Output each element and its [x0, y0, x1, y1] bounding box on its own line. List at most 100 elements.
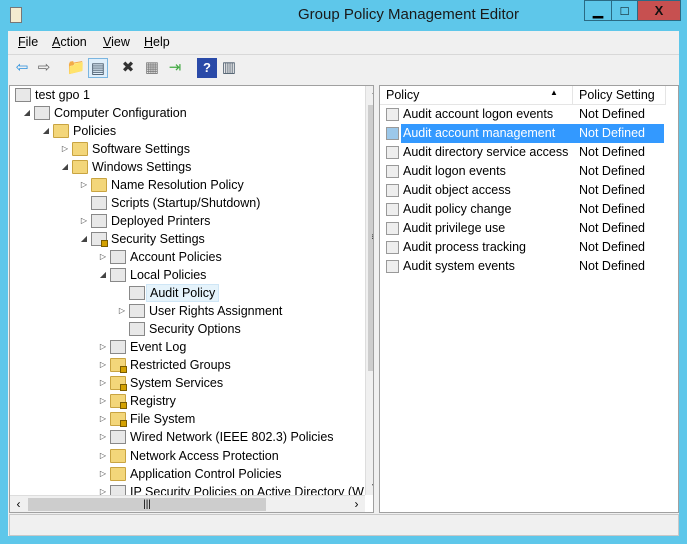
tree-item[interactable]: ▷ Restricted Groups	[10, 356, 365, 374]
forward-arrow-button[interactable]: ⇨	[34, 58, 54, 78]
folder-icon	[91, 178, 107, 192]
expand-icon[interactable]: ▷	[117, 302, 127, 320]
expand-icon[interactable]: ▷	[98, 338, 108, 356]
policy-setting: Not Defined	[579, 183, 646, 197]
tree-item[interactable]: ▷ Deployed Printers	[10, 212, 365, 230]
expand-icon[interactable]: ▷	[98, 410, 108, 428]
scroll-thumb[interactable]: ≡	[368, 105, 373, 371]
tree-item[interactable]: ◢ Local Policies	[10, 266, 365, 284]
list-row[interactable]: Audit logon events Not Defined	[380, 162, 678, 181]
up-folder-button[interactable]: 📁	[66, 58, 86, 78]
lock-icon	[120, 384, 127, 391]
menu-view[interactable]: View	[103, 35, 130, 49]
column-header-policy[interactable]: Policy ▲	[380, 86, 573, 105]
collapse-icon[interactable]: ◢	[98, 266, 108, 284]
collapse-icon[interactable]: ◢	[79, 230, 89, 248]
tree-pane: test gpo 1 ◢ Computer Configuration ◢ Polici…	[9, 85, 374, 513]
collapse-icon[interactable]: ◢	[22, 104, 32, 122]
collapse-icon[interactable]: ◢	[41, 122, 51, 140]
expand-icon[interactable]: ▷	[98, 392, 108, 410]
show-hide-tree-icon: ▤	[90, 60, 106, 77]
tree-item[interactable]: ▷ Network Access Protection	[10, 447, 365, 465]
expand-icon[interactable]: ▷	[79, 176, 89, 194]
tree-item[interactable]: ▷ Wired Network (IEEE 802.3) Policies	[10, 428, 365, 446]
tree-item[interactable]: test gpo 1	[10, 86, 365, 104]
delete-button[interactable]: ✖	[118, 58, 138, 78]
expand-icon[interactable]: ▷	[98, 447, 108, 465]
minimize-button[interactable]: ▁	[584, 0, 612, 21]
tree-item[interactable]: Scripts (Startup/Shutdown)	[10, 194, 365, 212]
show-action-pane-icon: ▥	[221, 59, 237, 76]
collapse-icon[interactable]: ◢	[60, 158, 70, 176]
tree-item-label: User Rights Assignment	[149, 304, 283, 318]
list-row[interactable]: Audit directory service access Not Define…	[380, 143, 678, 162]
list-row[interactable]: Audit object access Not Defined	[380, 181, 678, 200]
tree-item-label: Security Settings	[111, 232, 205, 246]
folder-icon	[110, 449, 126, 463]
expand-icon[interactable]: ▷	[98, 356, 108, 374]
expand-icon[interactable]: ▷	[98, 428, 108, 446]
expand-icon[interactable]: ▷	[98, 374, 108, 392]
list-row[interactable]: Audit system events Not Defined	[380, 257, 678, 276]
horizontal-scrollbar[interactable]: ‹ ||| ›	[10, 495, 365, 512]
tree-item[interactable]: ▷ Software Settings	[10, 140, 365, 158]
show-action-pane-button[interactable]: ▥	[219, 58, 239, 78]
show-hide-tree-button[interactable]: ▤	[88, 58, 108, 78]
policy-setting: Not Defined	[579, 145, 646, 159]
menu-action[interactable]: Action	[52, 35, 87, 49]
maximize-button[interactable]: □	[611, 0, 638, 21]
tree-item[interactable]: ▷ File System	[10, 410, 365, 428]
policy-setting: Not Defined	[579, 202, 646, 216]
tree-item[interactable]: ◢ Windows Settings	[10, 158, 365, 176]
tree-item[interactable]: ▷ User Rights Assignment	[10, 302, 365, 320]
list-row[interactable]: Audit account management Not Defined	[380, 124, 678, 143]
policy-icon	[386, 222, 399, 235]
menu-help[interactable]: Help	[144, 35, 170, 49]
lock-icon	[120, 420, 127, 427]
expand-icon[interactable]: ▷	[79, 212, 89, 230]
back-arrow-button[interactable]: ⇦	[12, 58, 32, 78]
tree-item-label: test gpo 1	[35, 88, 90, 102]
expand-icon[interactable]: ▷	[98, 248, 108, 266]
folder-icon	[110, 467, 126, 481]
tree-item[interactable]: ◢ Security Settings	[10, 230, 365, 248]
sheet-icon	[110, 268, 126, 282]
tree-item[interactable]: ▷ Application Control Policies	[10, 465, 365, 483]
folder-icon	[110, 358, 127, 373]
tree-item[interactable]: ▷ Account Policies	[10, 248, 365, 266]
policy-name: Audit account management	[401, 124, 576, 143]
list-row[interactable]: Audit policy change Not Defined	[380, 200, 678, 219]
tree-item[interactable]: Security Options	[10, 320, 365, 338]
properties-button[interactable]: ▦	[142, 58, 162, 78]
policy-icon	[386, 146, 399, 159]
sheet-icon	[129, 304, 145, 318]
menu-file[interactable]: File	[18, 35, 38, 49]
tree-item[interactable]: ◢ Policies	[10, 122, 365, 140]
tree-item[interactable]: Audit Policy	[10, 284, 365, 302]
sheet-icon	[110, 340, 126, 354]
tree-item-label: Software Settings	[92, 142, 190, 156]
help-button[interactable]: ?	[197, 58, 217, 78]
column-header-policy-setting[interactable]: Policy Setting	[573, 86, 666, 105]
tree-item[interactable]: ▷ Event Log	[10, 338, 365, 356]
lock-icon	[120, 366, 127, 373]
tree-item[interactable]: ▷ Name Resolution Policy	[10, 176, 365, 194]
scroll-down-button[interactable]: v	[366, 478, 373, 495]
tree-item-label: Restricted Groups	[130, 358, 231, 372]
tree-item[interactable]: ▷ Registry	[10, 392, 365, 410]
scroll-left-button[interactable]: ‹	[10, 496, 27, 512]
scroll-thumb[interactable]: |||	[28, 498, 266, 511]
scroll-right-button[interactable]: ›	[348, 496, 365, 512]
scroll-up-button[interactable]: ^	[366, 86, 373, 103]
tree-item[interactable]: ◢ Computer Configuration	[10, 104, 365, 122]
expand-icon[interactable]: ▷	[60, 140, 70, 158]
export-list-button[interactable]: ⇥	[165, 58, 185, 78]
close-button[interactable]: X	[637, 0, 681, 21]
list-row[interactable]: Audit privilege use Not Defined	[380, 219, 678, 238]
tree-item-label: Windows Settings	[92, 160, 192, 174]
tree-item[interactable]: ▷ System Services	[10, 374, 365, 392]
expand-icon[interactable]: ▷	[98, 465, 108, 483]
list-row[interactable]: Audit account logon events Not Defined	[380, 105, 678, 124]
list-row[interactable]: Audit process tracking Not Defined	[380, 238, 678, 257]
vertical-scrollbar[interactable]: ^ ≡ v	[365, 86, 373, 495]
